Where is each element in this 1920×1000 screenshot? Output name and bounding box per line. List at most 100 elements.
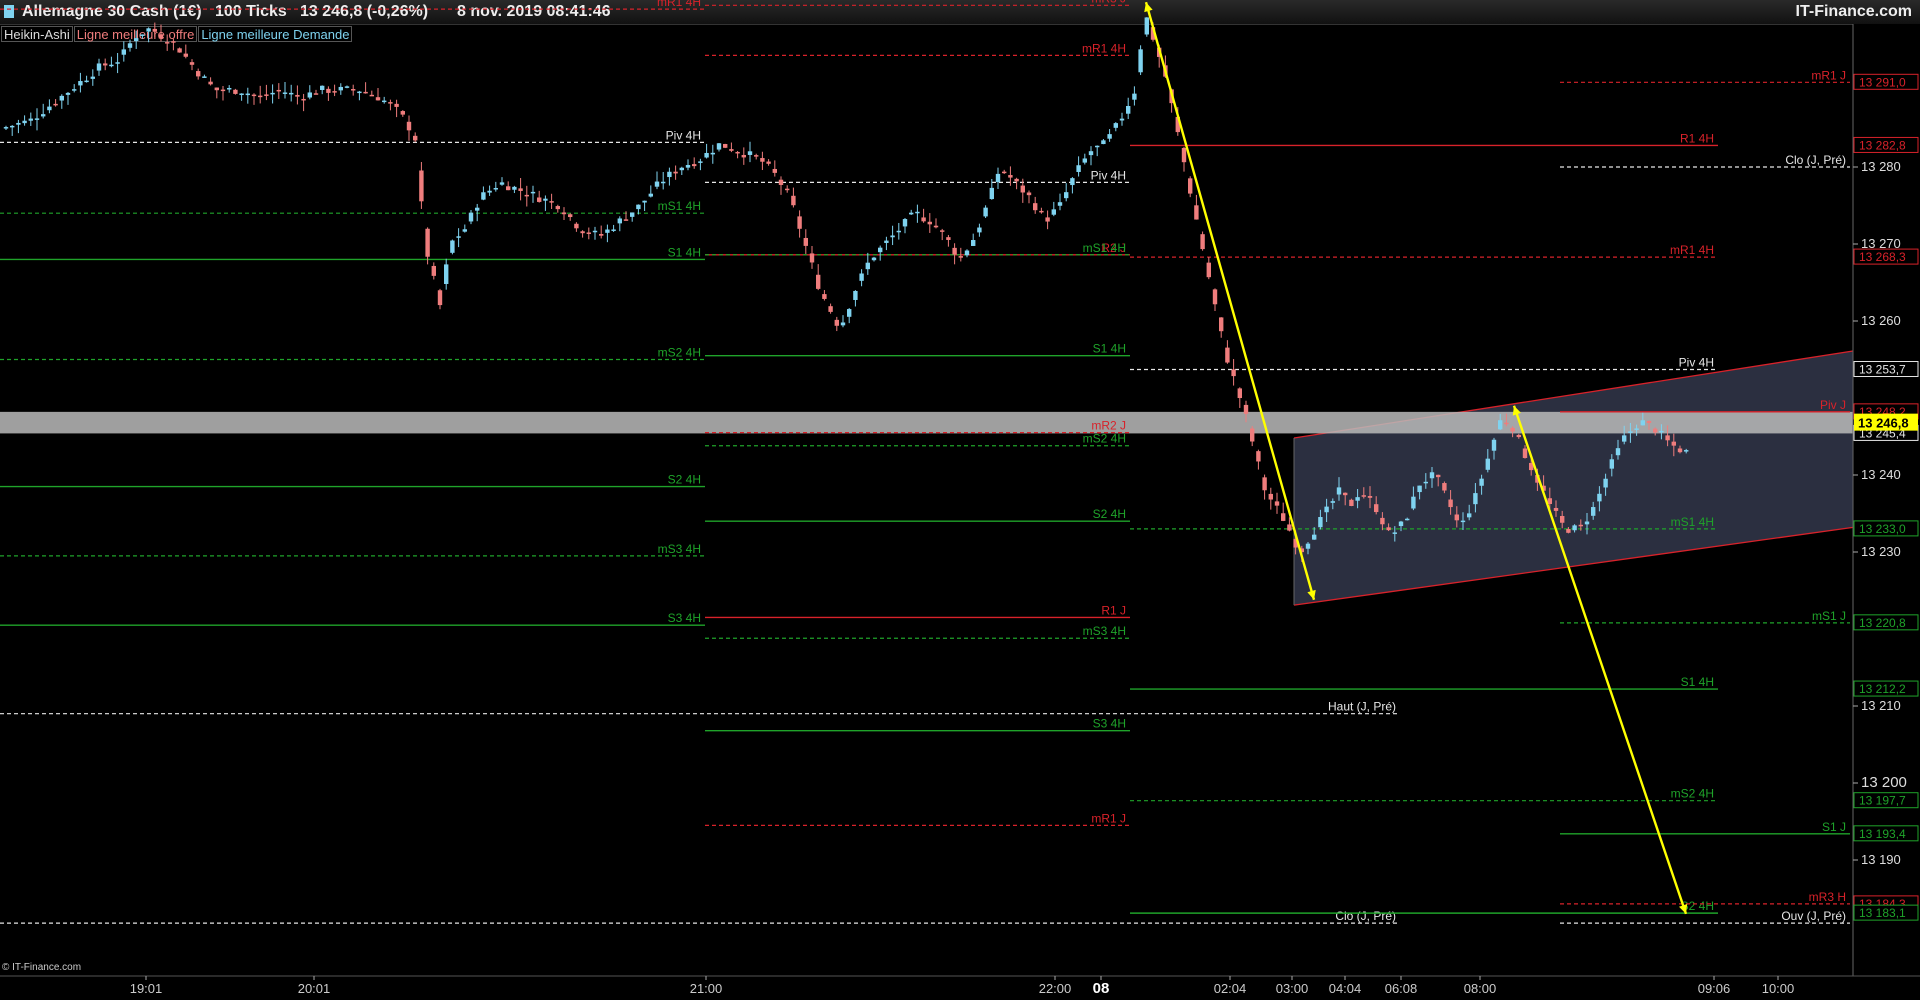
- price-chart[interactable]: mR1 4H Piv 4H mS1 4H S1 4H mS2 4H S2 4H mS3 4H…: [0, 0, 1920, 1000]
- candle-body: [295, 94, 300, 97]
- candle-body: [530, 191, 536, 194]
- y-tick-label: 13 200: [1861, 774, 1907, 791]
- candle-body: [834, 319, 839, 326]
- candle-body: [1665, 435, 1670, 441]
- candle-body: [1659, 430, 1664, 433]
- candle-body: [1324, 506, 1329, 513]
- candle-body: [512, 186, 517, 190]
- candle-body: [1547, 498, 1552, 505]
- level-label: S3 4H: [668, 611, 701, 625]
- candle-body: [344, 86, 350, 88]
- level-label: mS2 4H: [658, 346, 701, 360]
- candle-body: [1231, 369, 1236, 377]
- candle-body: [630, 212, 635, 217]
- candle-body: [1448, 499, 1453, 508]
- candle-body: [382, 100, 387, 103]
- candle-body: [692, 164, 697, 167]
- candle-body: [1051, 209, 1056, 215]
- candle-body: [555, 206, 560, 210]
- candle-body: [1398, 521, 1404, 527]
- candle-body: [723, 143, 728, 148]
- candle-body: [574, 223, 579, 229]
- candle-body: [282, 92, 288, 94]
- time-axis: 19:01 20:01 21:00 22:00 08 02:04 03:00 04:04 06:…: [0, 975, 1920, 1000]
- level-label: S1 4H: [668, 245, 701, 259]
- level-label: mS1 4H: [1671, 515, 1714, 529]
- candle-body: [1467, 513, 1472, 518]
- candle-body: [592, 230, 598, 233]
- candle-body: [1200, 234, 1205, 250]
- candle-body: [1473, 493, 1478, 505]
- candle-body: [952, 247, 957, 255]
- candle-body: [320, 85, 325, 90]
- candle-body: [1671, 441, 1676, 446]
- candle-body: [561, 212, 567, 215]
- x-tick-label: 22:00: [1039, 981, 1072, 996]
- candle-body: [1305, 543, 1311, 549]
- candle-body: [481, 192, 486, 200]
- candle-body: [927, 221, 932, 225]
- candle-body: [431, 265, 436, 276]
- candle-body: [1144, 17, 1149, 35]
- candle-body: [958, 256, 963, 258]
- level-label: mS2 4H: [1083, 432, 1126, 446]
- candle-body: [1076, 165, 1081, 172]
- candle-body: [1411, 496, 1416, 509]
- candle-body: [933, 225, 939, 228]
- candle-body: [741, 154, 746, 158]
- level-label: mS2 4H: [1671, 787, 1714, 801]
- candle-body: [543, 198, 548, 201]
- candle-body: [1653, 428, 1658, 433]
- candle-body: [475, 207, 480, 211]
- level-label: mS1 J: [1812, 609, 1846, 623]
- candle-body: [276, 89, 281, 92]
- candle-body: [878, 247, 883, 253]
- candle-body: [115, 62, 120, 64]
- candle-body: [1020, 185, 1025, 193]
- candle-body: [127, 43, 133, 48]
- candle-body: [3, 127, 9, 129]
- price-axis: 13 28013 27013 26013 24013 23013 21013 2…: [1852, 24, 1920, 976]
- candle-body: [1479, 478, 1484, 486]
- candle-body: [940, 230, 945, 232]
- candle-body: [1268, 493, 1273, 500]
- candle-body: [778, 179, 784, 185]
- level-label: R1 J: [1101, 603, 1126, 617]
- candle-body: [1225, 347, 1230, 363]
- candle-body: [822, 294, 827, 299]
- candle-body: [289, 92, 294, 95]
- candle-body: [747, 151, 753, 155]
- candle-body: [313, 93, 319, 95]
- y-tick-label: 13 240: [1861, 467, 1901, 482]
- candle-body: [828, 306, 833, 312]
- candle-body: [865, 262, 870, 270]
- price-badge-label: 13 282,8: [1859, 138, 1906, 152]
- candle-body: [351, 89, 356, 91]
- candle-body: [146, 28, 151, 32]
- candle-body: [1429, 472, 1435, 479]
- candle-body: [642, 200, 647, 203]
- candle-body: [1622, 435, 1627, 442]
- candle-body: [1287, 524, 1292, 531]
- candle-body: [1436, 474, 1441, 478]
- level-label: mS3 4H: [1083, 624, 1126, 638]
- candle-body: [1560, 516, 1565, 523]
- candle-body: [1082, 158, 1087, 163]
- candle-body: [270, 92, 275, 95]
- candle-body: [977, 227, 982, 233]
- candle-body: [72, 89, 77, 91]
- candle-body: [214, 87, 219, 91]
- candle-body: [946, 237, 951, 240]
- candle-body: [617, 218, 622, 224]
- candle-body: [363, 91, 368, 94]
- candle-body: [859, 273, 864, 281]
- price-badge-label: 13 253,7: [1859, 363, 1906, 377]
- candle-body: [1188, 178, 1193, 194]
- candle-body: [1417, 485, 1422, 493]
- candle-body: [227, 87, 232, 90]
- y-tick-label: 13 230: [1861, 544, 1901, 559]
- level-label: S3 4H: [1093, 717, 1126, 731]
- candle-body: [1516, 434, 1521, 438]
- candle-body: [400, 111, 405, 115]
- candle-body: [1088, 151, 1094, 156]
